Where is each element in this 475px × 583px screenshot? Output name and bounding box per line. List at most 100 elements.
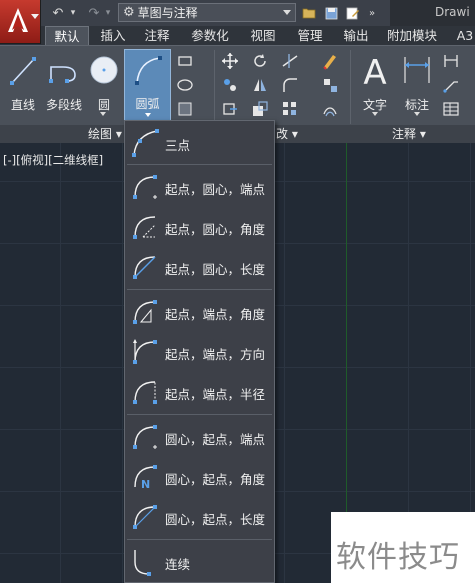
tab-manage[interactable]: 管理 xyxy=(290,26,330,45)
svg-text:A: A xyxy=(363,53,386,89)
menu-item-label: 三点 xyxy=(165,138,191,153)
linear-dim-icon[interactable] xyxy=(442,52,460,70)
menu-item-label: 连续 xyxy=(165,557,191,572)
save-as-icon[interactable] xyxy=(344,3,362,23)
tab-annotate[interactable]: 注释 xyxy=(137,26,177,45)
stretch-icon[interactable] xyxy=(221,100,239,118)
panel-title-modify-text: 改 xyxy=(276,127,289,141)
chevron-down-icon[interactable] xyxy=(414,112,420,116)
panel-title-annotation-text: 注释 xyxy=(392,127,417,141)
menu-item-arc-start-end-radius[interactable]: 起点，端点，半径 xyxy=(125,372,274,412)
chevron-down-icon xyxy=(283,10,291,15)
chevron-down-icon[interactable] xyxy=(145,113,151,117)
menu-item-arc-start-center-angle[interactable]: 起点，圆心，角度 xyxy=(125,207,274,247)
tab-addins[interactable]: 附加模块 xyxy=(384,26,440,45)
text-icon: A xyxy=(363,53,386,89)
tab-output[interactable]: 输出 xyxy=(336,26,376,45)
mirror-icon[interactable] xyxy=(251,76,269,94)
menu-item-arc-3point[interactable]: 三点 xyxy=(125,123,274,163)
grid-line xyxy=(60,143,61,583)
menu-item-arc-center-start-length[interactable]: 圆心，起点，长度 xyxy=(125,497,274,537)
workspace-name: 草图与注释 xyxy=(137,6,198,20)
menu-item-arc-continue[interactable]: 连续 xyxy=(125,542,274,582)
table-icon[interactable] xyxy=(442,100,460,118)
rectangle-icon[interactable] xyxy=(176,52,194,70)
panel-title-annotation[interactable]: 注释 ▾ xyxy=(392,126,426,143)
watermark-text: 软件技巧 xyxy=(336,540,460,575)
redo-dropdown-icon[interactable]: ▾ xyxy=(103,3,113,23)
menu-separator xyxy=(127,539,272,540)
arc-icon xyxy=(134,56,162,85)
menu-item-label: 起点，端点，半径 xyxy=(165,387,266,402)
offset-icon[interactable] xyxy=(321,100,339,118)
explode-icon[interactable] xyxy=(321,76,339,94)
menu-item-arc-start-center-end[interactable]: 起点，圆心，端点 xyxy=(125,167,274,207)
application-menu-button[interactable] xyxy=(0,0,41,44)
undo-dropdown-icon[interactable]: ▾ xyxy=(68,3,78,23)
tab-insert[interactable]: 插入 xyxy=(93,26,133,45)
arc-start-end-direction-icon xyxy=(133,339,157,364)
fillet-icon[interactable] xyxy=(281,76,299,94)
move-icon[interactable] xyxy=(221,52,239,70)
redo-icon[interactable]: ↷ xyxy=(84,3,104,23)
panel-title-modify[interactable]: 改 ▾ xyxy=(276,126,298,143)
menu-item-label: 起点，圆心，角度 xyxy=(165,222,266,237)
rotate-icon[interactable] xyxy=(251,52,269,70)
svg-text:N: N xyxy=(141,478,150,491)
arc-start-center-angle-icon xyxy=(133,216,156,239)
menu-item-label: 起点，圆心，长度 xyxy=(165,262,266,277)
arc-continue-icon xyxy=(134,550,151,576)
grid-line xyxy=(284,143,285,583)
workspace-selector[interactable]: ⚙ 草图与注释 xyxy=(118,3,296,22)
leader-icon[interactable] xyxy=(442,76,460,94)
document-title: Drawi xyxy=(390,0,475,26)
tab-a3[interactable]: A3 xyxy=(453,26,475,45)
hatch-icon[interactable] xyxy=(176,76,194,94)
viewport-controls-label[interactable]: [-][俯视][二维线框] xyxy=(3,152,103,168)
menu-item-arc-start-center-length[interactable]: 起点，圆心，长度 xyxy=(125,247,274,287)
menu-separator xyxy=(127,289,272,290)
arc-dropdown-menu: 三点 起点，圆心，端点 起点，圆心，角度 起点，圆心，长度 起点，端点，角度 起… xyxy=(124,120,275,583)
panel-title-draw-text: 绘图 xyxy=(88,127,113,141)
title-bar: ↶ ▾ ↷ ▾ ⚙ 草图与注释 » Drawi xyxy=(0,0,475,26)
menu-item-arc-center-start-end[interactable]: 圆心，起点，端点 xyxy=(125,417,274,457)
scale-icon[interactable] xyxy=(251,100,269,118)
arc-start-end-angle-icon xyxy=(133,300,157,324)
tab-parametric[interactable]: 参数化 xyxy=(184,26,236,45)
menu-item-label: 起点，端点，方向 xyxy=(165,347,266,362)
menu-item-label: 起点，端点，角度 xyxy=(165,307,266,322)
tab-view[interactable]: 视图 xyxy=(243,26,283,45)
circle-tool-button[interactable]: 圆 xyxy=(86,50,122,120)
menu-item-arc-start-end-angle[interactable]: 起点，端点，角度 xyxy=(125,292,274,332)
chevron-down-icon xyxy=(31,14,39,19)
panel-title-draw[interactable]: 绘图 ▾ xyxy=(88,126,122,143)
open-folder-icon[interactable] xyxy=(300,3,318,23)
circle-label: 圆 xyxy=(97,98,110,112)
undo-icon[interactable]: ↶ xyxy=(48,3,68,23)
gradient-icon[interactable] xyxy=(176,100,194,118)
arc-tool-button[interactable]: 圆弧 xyxy=(124,49,171,122)
polyline-tool-button[interactable]: 多段线 xyxy=(42,50,86,120)
chevron-down-icon[interactable] xyxy=(100,112,106,116)
more-tools-icon[interactable]: » xyxy=(365,3,379,23)
text-label: 文字 xyxy=(362,98,387,112)
grid-line xyxy=(122,143,123,583)
arc-start-center-length-icon xyxy=(133,256,156,279)
erase-icon[interactable] xyxy=(321,52,339,70)
line-tool-button[interactable]: 直线 xyxy=(4,50,42,120)
autocad-logo-icon xyxy=(8,8,28,32)
tab-default[interactable]: 默认 xyxy=(45,26,89,45)
arc-3point-icon xyxy=(132,129,159,157)
save-icon[interactable] xyxy=(322,3,340,23)
text-tool-button[interactable]: A 文字 xyxy=(356,50,394,120)
dimension-tool-button[interactable]: 标注 xyxy=(398,50,436,120)
array-icon[interactable] xyxy=(281,100,299,118)
menu-item-arc-start-end-direction[interactable]: 起点，端点，方向 xyxy=(125,332,274,372)
menu-item-arc-center-start-angle[interactable]: N 圆心，起点，角度 xyxy=(125,457,274,497)
chevron-down-icon[interactable] xyxy=(372,112,378,116)
polyline-icon xyxy=(49,66,76,83)
menu-item-label: 起点，圆心，端点 xyxy=(165,182,266,197)
copy-icon[interactable] xyxy=(221,76,239,94)
trim-icon[interactable] xyxy=(281,52,299,70)
arc-label: 圆弧 xyxy=(135,97,160,111)
